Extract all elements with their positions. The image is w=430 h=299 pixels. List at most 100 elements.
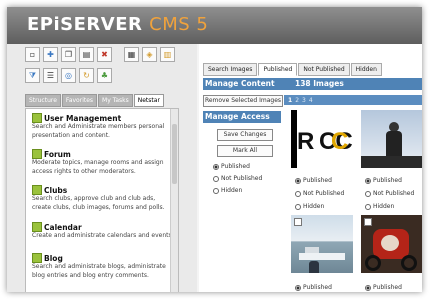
radio-icon[interactable] — [295, 190, 301, 197]
header-bar: EPiSERVER CMS 5 — [7, 7, 422, 44]
new-page-icon[interactable]: ▫ — [25, 47, 40, 62]
option-label: Hidden — [303, 203, 325, 210]
image-option-published[interactable]: Published — [295, 177, 332, 184]
radio-icon[interactable] — [365, 203, 371, 210]
radio-icon[interactable] — [295, 203, 301, 210]
clubs-icon — [32, 185, 42, 195]
option-label: Not Published — [303, 190, 345, 197]
manage-access-header: Manage Access — [203, 111, 281, 123]
access-option-published[interactable]: Published — [213, 163, 250, 170]
delete-icon[interactable]: ✖ — [97, 47, 112, 62]
select-checkbox[interactable] — [364, 218, 372, 226]
paste-icon[interactable]: ▤ — [79, 47, 94, 62]
tab-not-published[interactable]: Not Published — [298, 63, 350, 76]
brand-name: EPiSERVER — [27, 14, 143, 35]
widget-title[interactable]: Forum — [44, 150, 71, 159]
page-link[interactable]: 3 — [302, 97, 306, 104]
forum-icon — [32, 149, 42, 159]
refresh-icon[interactable]: ↻ — [79, 68, 94, 83]
image-option-published[interactable]: Published — [365, 177, 402, 184]
list-icon[interactable]: ☰ — [43, 68, 58, 83]
option-label: Published — [373, 177, 402, 184]
remove-selected-button[interactable]: Remove Selected Images — [203, 95, 283, 107]
widget-desc: Search and Administrate members personal… — [32, 123, 165, 139]
widget-title[interactable]: Clubs — [44, 186, 67, 195]
toolbar-row-1: ▫ ✚ ❐ ▤ ✖ ▦ ◈ ▥ — [25, 47, 175, 64]
image-thumbnail[interactable] — [291, 215, 353, 273]
pager: 1 2 3 4 — [284, 95, 422, 105]
globe-icon[interactable]: ◎ — [61, 68, 76, 83]
option-label: Hidden — [221, 187, 243, 194]
image-count: 138 Images — [295, 79, 344, 88]
image-option-published[interactable]: Published — [295, 284, 332, 291]
page-link[interactable]: 2 — [295, 97, 299, 104]
radio-icon[interactable] — [365, 190, 371, 197]
image-option-not-published[interactable]: Not Published — [295, 190, 344, 197]
manage-content-title: Manage Content — [205, 79, 275, 88]
left-tab-bar: Structure Favorites My Tasks Netstar — [25, 94, 164, 107]
option-label: Published — [221, 163, 250, 170]
radio-icon[interactable] — [295, 177, 301, 184]
widget-scrollbar[interactable] — [170, 109, 178, 292]
option-label: Not Published — [373, 190, 415, 197]
widget-desc: Search and administrate blogs, administr… — [32, 263, 166, 279]
properties-icon[interactable]: ▦ — [124, 47, 139, 62]
radio-icon[interactable] — [365, 177, 371, 184]
tab-structure[interactable]: Structure — [25, 94, 61, 107]
image-option-hidden[interactable]: Hidden — [295, 203, 324, 210]
tab-my-tasks[interactable]: My Tasks — [98, 94, 133, 107]
access-option-hidden[interactable]: Hidden — [213, 187, 242, 194]
image-option-published[interactable]: Published — [365, 284, 402, 291]
brand-product: CMS 5 — [149, 14, 209, 35]
widget-desc: Moderate topics, manage rooms and assign… — [32, 159, 164, 175]
image-thumbnail[interactable] — [361, 110, 422, 168]
users-icon[interactable]: ♣ — [97, 68, 112, 83]
page-link[interactable]: 1 — [288, 97, 292, 104]
tab-netstar[interactable]: Netstar — [133, 94, 164, 107]
tab-search-images[interactable]: Search Images — [203, 63, 258, 76]
right-pane: Search Images Published Not Published Hi… — [199, 44, 422, 292]
copy-icon[interactable]: ❐ — [61, 47, 76, 62]
option-label: Not Published — [221, 175, 263, 182]
widget-calendar[interactable]: Calendar Create and administrate calenda… — [32, 222, 174, 241]
save-changes-button[interactable]: Save Changes — [217, 129, 273, 141]
image-option-hidden[interactable]: Hidden — [365, 203, 394, 210]
mark-all-button[interactable]: Mark All — [217, 145, 273, 157]
archive-icon[interactable]: ▥ — [160, 47, 175, 62]
access-option-not-published[interactable]: Not Published — [213, 175, 262, 182]
left-pane: ▫ ✚ ❐ ▤ ✖ ▦ ◈ ▥ ⧩ ☰ ◎ ↻ ♣ Structure Favo… — [7, 44, 197, 292]
tab-hidden[interactable]: Hidden — [350, 63, 382, 76]
scrollbar-thumb[interactable] — [172, 124, 177, 184]
brand-logo: EPiSERVER CMS 5 — [27, 14, 208, 35]
image-tab-bar: Search Images Published Not Published Hi… — [203, 63, 382, 76]
widget-title[interactable]: User Management — [44, 114, 121, 123]
page-link[interactable]: 4 — [309, 97, 313, 104]
tab-published[interactable]: Published — [258, 63, 298, 76]
widget-title[interactable]: Blog — [44, 254, 63, 263]
widget-title[interactable]: Calendar — [44, 223, 82, 232]
toolbar-row-2: ⧩ ☰ ◎ ↻ ♣ — [25, 68, 112, 85]
widget-desc: Search clubs, approve club and club ads,… — [32, 195, 165, 211]
version-icon[interactable]: ◈ — [142, 47, 157, 62]
radio-icon[interactable] — [365, 284, 371, 291]
radio-icon[interactable] — [213, 175, 219, 182]
select-checkbox[interactable] — [294, 218, 302, 226]
move-icon[interactable]: ✚ — [43, 47, 58, 62]
option-label: Published — [373, 284, 402, 291]
filter-icon[interactable]: ⧩ — [25, 68, 40, 83]
widget-forum[interactable]: Forum Moderate topics, manage rooms and … — [32, 149, 174, 176]
radio-icon[interactable] — [213, 163, 219, 170]
widget-desc: Create and administrate calendars and ev… — [32, 232, 174, 239]
widget-blog[interactable]: Blog Search and administrate blogs, admi… — [32, 253, 174, 280]
image-option-not-published[interactable]: Not Published — [365, 190, 414, 197]
widget-clubs[interactable]: Clubs Search clubs, approve club and clu… — [32, 185, 174, 212]
tab-favorites[interactable]: Favorites — [61, 94, 98, 107]
widget-user-management[interactable]: User Management Search and Administrate … — [32, 113, 174, 140]
image-thumbnail[interactable]: R CC C — [291, 110, 353, 168]
widget-list: User Management Search and Administrate … — [25, 108, 179, 292]
users-icon — [32, 113, 42, 123]
manage-content-header: Manage Content 138 Images — [203, 78, 422, 90]
radio-icon[interactable] — [213, 187, 219, 194]
radio-icon[interactable] — [295, 284, 301, 291]
image-thumbnail[interactable] — [361, 215, 422, 273]
